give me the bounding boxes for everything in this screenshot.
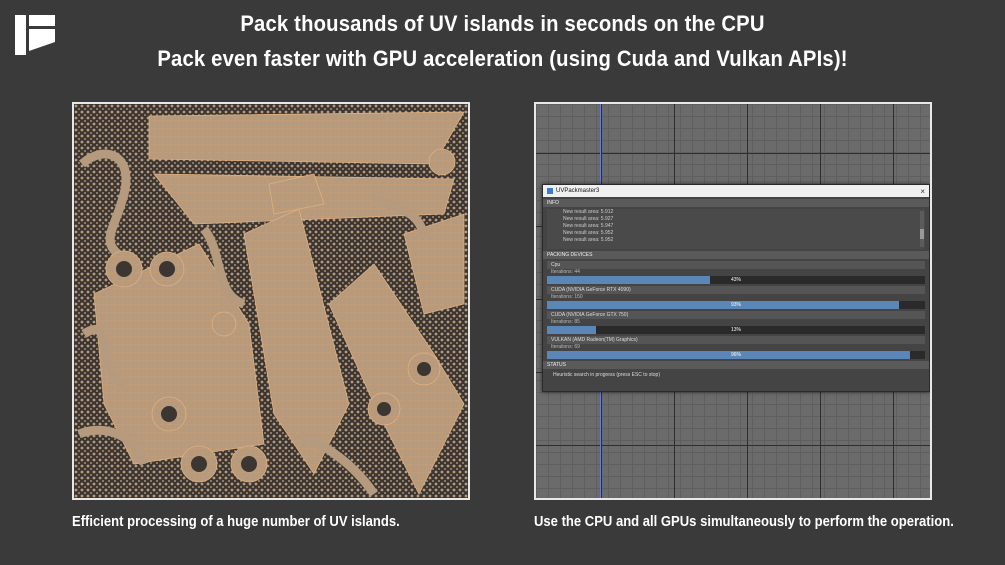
progress-percent: 43% [730,277,741,283]
progress-percent: 96% [730,352,741,358]
device-progress-bar: 13% [547,326,925,334]
device-iterations: Iterations: 44 [551,269,580,275]
info-line: New result area: 5.947 [563,223,614,229]
device-iterations: Iterations: 85 [551,319,580,325]
device-progress-bar: 96% [547,351,925,359]
progress-percent: 13% [730,327,741,333]
info-line: New result area: 5.912 [563,209,614,215]
uv-editor-panel: UVPackmaster3 × INFO New result area: 5.… [534,102,932,500]
packing-devices-header: PACKING DEVICES [543,251,929,259]
status-text: Heuristic search in progress (press ESC … [553,372,660,378]
app-icon [547,188,553,194]
close-icon[interactable]: × [920,187,925,196]
info-line: New result area: 5.952 [563,237,614,243]
info-scrollbar[interactable] [920,211,924,247]
device-progress-bar: 93% [547,301,925,309]
info-line: New result area: 5.927 [563,216,614,222]
dialog-title: UVPackmaster3 [556,188,600,194]
device-name: CUDA (NVIDIA GeForce GTX 750) [547,311,925,319]
dialog-titlebar[interactable]: UVPackmaster3 × [543,185,929,197]
caption-right: Use the CPU and all GPUs simultaneously … [534,514,954,530]
device-name: Cpu [547,261,925,269]
device-iterations: Iterations: 69 [551,344,580,350]
progress-percent: 93% [730,302,741,308]
scroll-thumb[interactable] [920,229,924,239]
device-iterations: Iterations: 150 [551,294,583,300]
info-log[interactable]: New result area: 5.912 New result area: … [547,209,925,249]
headline-line-1: Pack thousands of UV islands in seconds … [240,11,765,36]
uv-layout-panel [72,102,470,500]
headline-line-2: Pack even faster with GPU acceleration (… [157,46,848,71]
device-progress-bar: 43% [547,276,925,284]
info-section-header: INFO [543,199,929,207]
device-name: CUDA (NVIDIA GeForce RTX 4090) [547,286,925,294]
caption-left: Efficient processing of a huge number of… [72,514,400,530]
device-name: VULKAN (AMD Radeon(TM) Graphics) [547,336,925,344]
status-section-header: STATUS [543,361,929,369]
uvpackmaster-dialog[interactable]: UVPackmaster3 × INFO New result area: 5.… [542,184,930,392]
uv-islands-map [74,104,468,498]
info-line: New result area: 5.952 [563,230,614,236]
